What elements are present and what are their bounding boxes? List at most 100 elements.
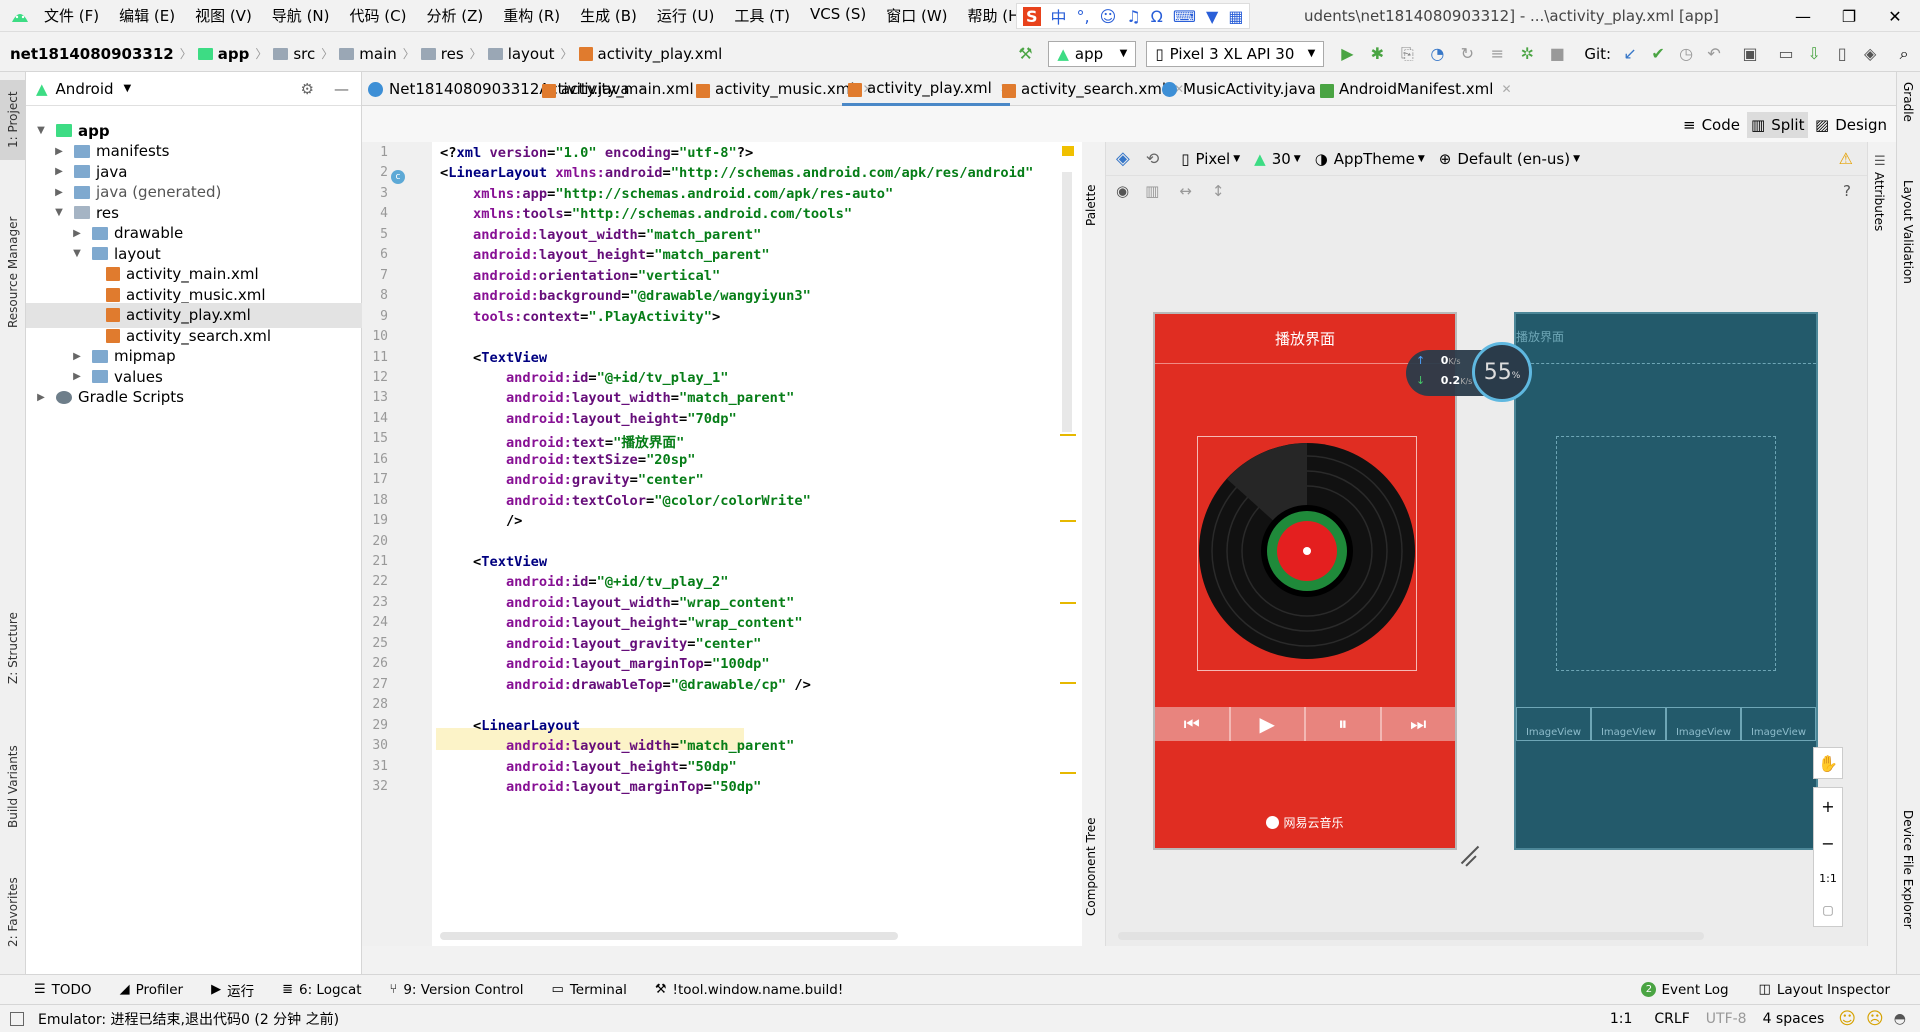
tree-item[interactable]: ▶ Gradle Scripts — [26, 385, 362, 410]
code-line[interactable]: <TextView — [440, 554, 547, 570]
orientation-icon[interactable]: ⟲ — [1146, 149, 1159, 168]
network-speed-widget[interactable]: ↑ 0K/s ↓ 0.2K/s 55% — [1406, 340, 1532, 404]
skin-icon[interactable]: ▼ — [1206, 7, 1218, 26]
code-line[interactable]: android:layout_width="match_parent" — [440, 227, 761, 243]
menu-item[interactable]: 生成 (B) — [580, 5, 637, 26]
editor-tab[interactable]: AndroidManifest.xml ✕ — [1314, 72, 1512, 106]
code-line[interactable]: android:layout_height="wrap_content" — [440, 615, 803, 631]
chevron-down-icon[interactable]: ▼ — [52, 207, 66, 218]
grid-menu-icon[interactable]: ▦ — [1228, 7, 1243, 26]
maximize-button[interactable]: ❐ — [1826, 0, 1872, 32]
menu-item[interactable]: 运行 (U) — [657, 5, 714, 26]
bottom-tool-tab[interactable]: ▶ 运行 — [211, 980, 254, 1000]
design-horizontal-scrollbar[interactable] — [1118, 932, 1704, 940]
vertical-scrollbar[interactable] — [1062, 172, 1072, 432]
eye-icon[interactable]: ◉ — [1116, 182, 1129, 200]
warning-mark[interactable] — [1060, 520, 1076, 522]
breadcrumb-item[interactable]: net1814080903312 — [10, 45, 174, 63]
ime-toolbar[interactable]: S 中 °, ☺ ♫ Ω ⌨ ▼ ▦ — [1016, 3, 1251, 29]
code-line[interactable]: android:layout_height="50dp" — [440, 759, 737, 775]
gradle-tool-tab[interactable]: Gradle — [1901, 82, 1915, 142]
zoom-actual-size-button[interactable]: 1:1 — [1819, 872, 1837, 885]
blueprint-toggle-icon[interactable]: ▥ — [1145, 182, 1159, 200]
device-file-explorer-tool-tab[interactable]: Device File Explorer — [1901, 810, 1915, 970]
play-button[interactable]: ▶ — [1231, 707, 1306, 741]
locale-select[interactable]: Default (en-us) — [1457, 150, 1570, 168]
run-config-select[interactable]: ▲ app ▼ — [1048, 40, 1137, 67]
bottom-tool-tab[interactable]: ◢ Profiler — [120, 980, 184, 1000]
apply-code-changes-icon[interactable]: ≡ — [1486, 43, 1508, 65]
next-button[interactable]: ⏭ — [1382, 707, 1456, 741]
sad-feedback-icon[interactable]: ☹ — [1866, 1009, 1884, 1029]
bottom-tool-tab[interactable]: ◫ Layout Inspector — [1759, 982, 1890, 998]
blueprint-image-view[interactable]: ImageView — [1516, 707, 1591, 741]
bottom-tool-tab[interactable]: ▭ Terminal — [552, 980, 627, 1000]
favorites-tool-tab[interactable]: 2: Favorites — [0, 862, 26, 962]
code-line[interactable]: android:id="@+id/tv_play_2" — [440, 574, 729, 590]
code-view-button[interactable]: ≡ Code — [1679, 112, 1744, 138]
git-rollback-icon[interactable]: ↶ — [1703, 43, 1725, 65]
blueprint-preview[interactable]: 播放界面 ImageView ImageView ImageView ImageVie… — [1514, 312, 1818, 850]
previous-button[interactable]: ⏮ — [1155, 707, 1231, 741]
warning-mark[interactable] — [1060, 602, 1076, 604]
bottom-tool-tab[interactable]: ≣ 6: Logcat — [282, 980, 361, 1000]
punctuation-icon[interactable]: °, — [1077, 7, 1090, 26]
profile-icon[interactable]: ◔ — [1426, 43, 1448, 65]
menu-item[interactable]: 窗口 (W) — [886, 5, 947, 26]
apply-changes-icon[interactable]: ↻ — [1456, 43, 1478, 65]
git-history-icon[interactable]: ◷ — [1675, 43, 1697, 65]
menu-item[interactable]: 工具 (T) — [734, 5, 790, 26]
menu-item[interactable]: 视图 (V) — [195, 5, 252, 26]
bottom-tool-tab[interactable]: ⑂ 9: Version Control — [390, 980, 524, 1000]
code-line[interactable]: xmlns:app="http://schemas.android.com/ap… — [440, 186, 893, 202]
menu-item[interactable]: 编辑 (E) — [119, 5, 175, 26]
menu-item[interactable]: VCS (S) — [810, 5, 866, 26]
menu-item[interactable]: 导航 (N) — [272, 5, 330, 26]
zoom-fit-icon[interactable]: ▢ — [1822, 903, 1833, 917]
pause-button[interactable]: ⏸ — [1306, 707, 1382, 741]
bottom-tool-tab[interactable]: ⚒ !tool.window.name.build! — [655, 980, 843, 1000]
pan-hand-icon[interactable]: ✋ — [1813, 747, 1843, 779]
indent-setting[interactable]: 4 spaces — [1763, 1011, 1825, 1027]
notifications-icon[interactable]: ◓ — [1894, 1011, 1906, 1027]
tool-windows-toggle-icon[interactable] — [10, 1011, 24, 1026]
build-variants-tool-tab[interactable]: Build Variants — [0, 732, 26, 842]
code-line[interactable]: android:layout_width="wrap_content" — [440, 595, 794, 611]
gradle-sync-icon[interactable]: ◈ — [1859, 43, 1881, 65]
git-update-icon[interactable]: ↙ — [1619, 43, 1641, 65]
editor-tab[interactable]: MusicActivity.java✕ — [1156, 72, 1334, 106]
menu-item[interactable]: 分析 (Z) — [426, 5, 483, 26]
code-line[interactable]: <?xml version="1.0" encoding="utf-8"?> — [440, 145, 753, 161]
code-line[interactable]: android:drawableTop="@drawable/cp" /> — [440, 677, 811, 693]
chevron-right-icon[interactable]: ▶ — [34, 392, 48, 403]
mic-icon[interactable]: ♫ — [1126, 7, 1140, 26]
warning-icon[interactable]: ⚠ — [1839, 149, 1853, 168]
debug-icon[interactable]: ✱ — [1366, 43, 1388, 65]
structure-tool-tab[interactable]: Z: Structure — [0, 598, 26, 698]
caret-position[interactable]: 1:1 — [1610, 1011, 1633, 1027]
help-icon[interactable]: ? — [1843, 182, 1851, 200]
avd-manager-icon[interactable]: ▭ — [1775, 43, 1797, 65]
minimize-button[interactable]: — — [1780, 0, 1826, 32]
git-commit-icon[interactable]: ✔ — [1647, 43, 1669, 65]
chevron-right-icon[interactable]: ▶ — [70, 371, 84, 382]
bottom-tool-tab[interactable]: 2 Event Log — [1641, 982, 1729, 998]
attributes-tab[interactable]: Attributes — [1872, 172, 1886, 262]
menu-item[interactable]: 重构 (R) — [503, 5, 560, 26]
code-line[interactable]: android:layout_marginTop="50dp" — [440, 779, 762, 795]
code-line[interactable]: android:id="@+id/tv_play_1" — [440, 370, 729, 386]
menu-item[interactable]: 文件 (F) — [44, 5, 99, 26]
component-tree-tab[interactable]: Component Tree — [1084, 802, 1098, 932]
stop-icon[interactable]: ■ — [1546, 43, 1568, 65]
make-project-icon[interactable]: ⚒ — [1014, 43, 1036, 65]
gear-icon[interactable]: ⚙ — [301, 80, 314, 98]
keyboard-icon[interactable]: ⌨ — [1173, 7, 1196, 26]
warning-mark[interactable] — [1060, 772, 1076, 774]
project-tool-tab[interactable]: 1: Project — [0, 80, 26, 160]
api-level-select[interactable]: 30 — [1272, 150, 1291, 168]
zoom-out-icon[interactable]: − — [1821, 834, 1834, 853]
blueprint-image-view[interactable]: ImageView — [1591, 707, 1666, 741]
search-icon[interactable]: ⌕ — [1893, 43, 1915, 65]
bottom-tool-tab[interactable]: ☰ TODO — [34, 980, 92, 1000]
project-view-mode[interactable]: Android — [56, 80, 114, 98]
